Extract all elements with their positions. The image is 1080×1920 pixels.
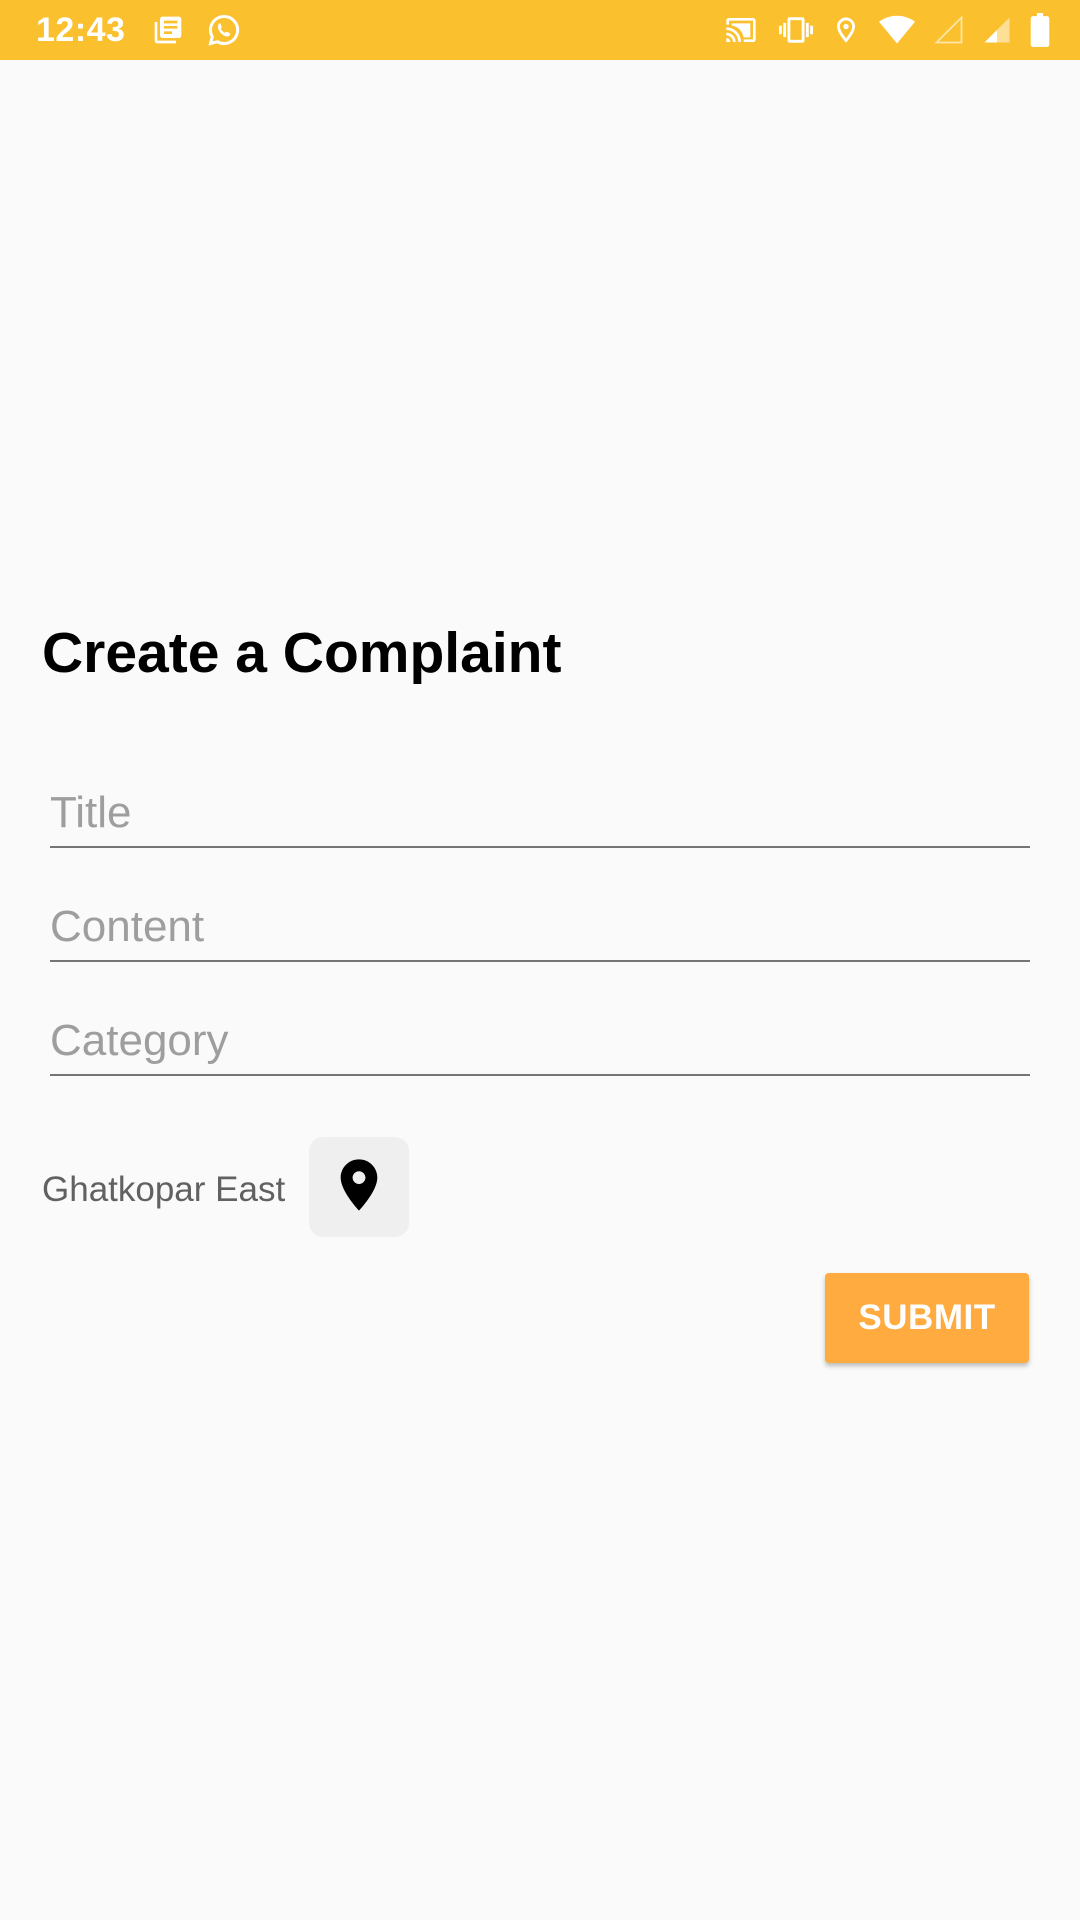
page-title: Create a Complaint bbox=[42, 621, 562, 685]
status-notification-icons bbox=[152, 12, 242, 48]
title-field[interactable] bbox=[50, 768, 1030, 848]
content-input[interactable] bbox=[50, 902, 1030, 952]
signal-icon bbox=[982, 12, 1012, 48]
battery-icon bbox=[1030, 12, 1050, 48]
vibrate-icon bbox=[778, 12, 814, 48]
wifi-icon bbox=[878, 12, 916, 48]
news-icon bbox=[152, 12, 184, 48]
status-time: 12:43 bbox=[36, 11, 126, 49]
category-input[interactable] bbox=[50, 1016, 1030, 1066]
status-bar: 12:43 bbox=[0, 0, 1080, 60]
title-input[interactable] bbox=[50, 788, 1030, 838]
content-field[interactable] bbox=[50, 882, 1030, 962]
status-system-icons bbox=[722, 12, 1050, 48]
whatsapp-icon bbox=[206, 12, 242, 48]
location-label: Ghatkopar East bbox=[42, 1170, 286, 1209]
location-icon bbox=[832, 12, 860, 48]
cast-icon bbox=[722, 12, 760, 48]
submit-button[interactable]: SUBMIT bbox=[825, 1273, 1029, 1363]
pick-location-button[interactable] bbox=[309, 1137, 409, 1237]
map-pin-icon bbox=[337, 1157, 381, 1218]
category-field[interactable] bbox=[50, 996, 1030, 1076]
signal-icon bbox=[934, 12, 964, 48]
